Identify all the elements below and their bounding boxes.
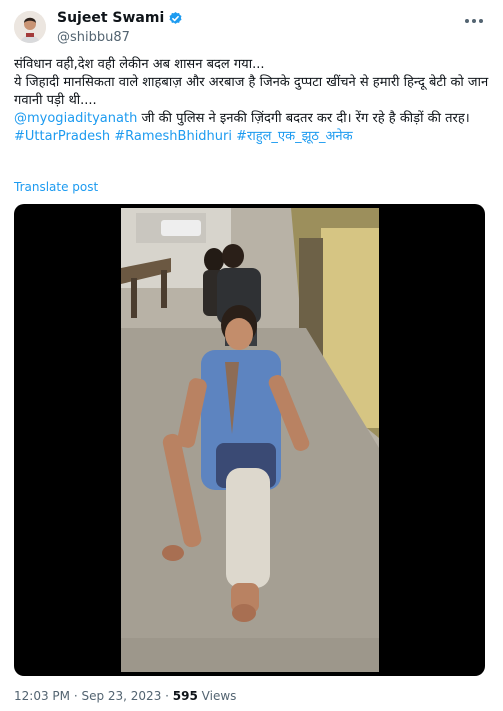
post-time[interactable]: 12:03 PM <box>14 689 70 703</box>
post-line-3-text: जी की पुलिस ने इनकी ज़िंदगी बदतर कर दी। … <box>137 111 470 126</box>
video-frame <box>121 208 379 672</box>
tweet-card: Sujeet Swami @shibbu87 संविधान वही,देश व… <box>0 0 503 711</box>
avatar-photo <box>14 11 46 43</box>
hashtag-link[interactable]: #राहुल_एक_झूठ_अनेक <box>236 129 352 144</box>
post-date[interactable]: Sep 23, 2023 <box>81 689 161 703</box>
post-line-2: ये जिहादी मानसिकता वाले शाहबाज़ और अरबाज… <box>14 75 489 108</box>
post-text: संविधान वही,देश वही लेकीन अब शासन बदल गय… <box>14 56 490 146</box>
meta-separator: · <box>161 689 173 703</box>
views-label: Views <box>197 689 237 703</box>
video-thumbnail <box>121 208 379 672</box>
views-count: 595 <box>172 689 198 703</box>
author-display-name[interactable]: Sujeet Swami <box>57 10 164 26</box>
translate-post-link[interactable]: Translate post <box>14 180 98 194</box>
post-line-1: संविधान वही,देश वही लेकीन अब शासन बदल गय… <box>14 57 265 72</box>
more-options-icon[interactable] <box>463 12 485 28</box>
author-avatar[interactable] <box>14 11 46 43</box>
author-name-row: Sujeet Swami <box>57 10 183 26</box>
meta-separator: · <box>70 689 82 703</box>
post-meta: 12:03 PM · Sep 23, 2023 · 595 Views <box>14 689 236 703</box>
verified-badge-icon <box>168 11 183 26</box>
hashtag-link[interactable]: #RameshBhidhuri <box>114 129 232 144</box>
mention-link[interactable]: @myogiadityanath <box>14 111 137 126</box>
author-handle[interactable]: @shibbu87 <box>57 30 130 45</box>
video-player[interactable] <box>14 204 485 676</box>
hashtag-row: #UttarPradesh #RameshBhidhuri #राहुल_एक_… <box>14 128 490 146</box>
hashtag-link[interactable]: #UttarPradesh <box>14 129 110 144</box>
post-line-3: @myogiadityanath जी की पुलिस ने इनकी ज़ि… <box>14 110 490 128</box>
